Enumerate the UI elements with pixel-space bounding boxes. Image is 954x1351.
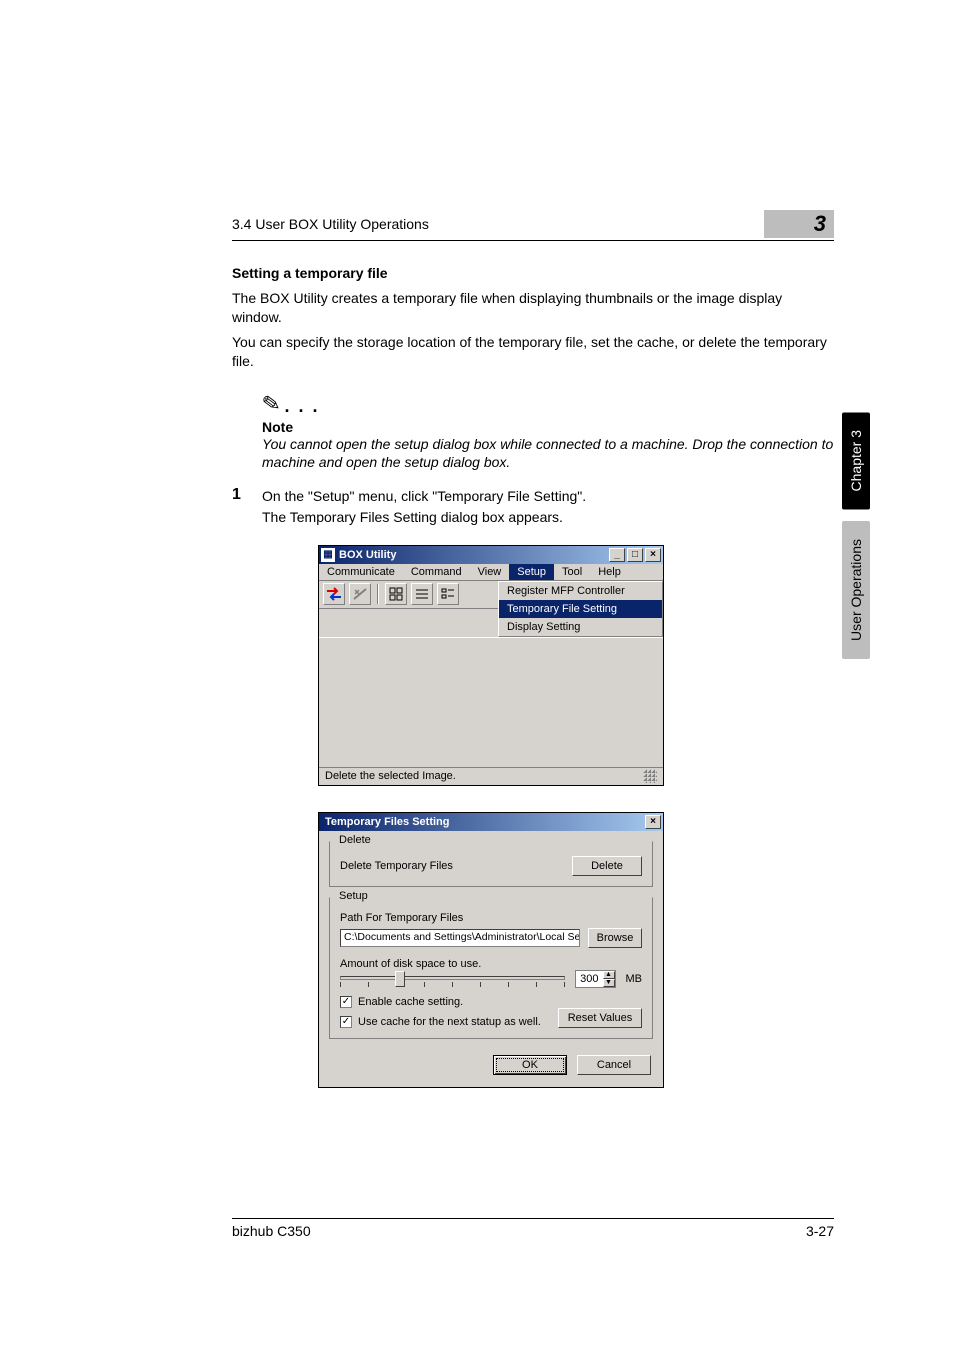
menu-item-register-mfp[interactable]: Register MFP Controller xyxy=(499,582,662,600)
step-number: 1 xyxy=(232,486,248,527)
cancel-button[interactable]: Cancel xyxy=(577,1055,651,1075)
spinner-unit: MB xyxy=(626,973,643,985)
delete-temp-files-label: Delete Temporary Files xyxy=(340,860,453,872)
browse-button[interactable]: Browse xyxy=(588,928,642,948)
menu-item-display-setting[interactable]: Display Setting xyxy=(499,618,662,636)
detail-view-icon[interactable] xyxy=(437,583,459,605)
spinner-up-icon[interactable]: ▲ xyxy=(603,971,615,979)
menu-tool[interactable]: Tool xyxy=(554,564,590,580)
disconnect-icon[interactable] xyxy=(349,583,371,605)
minimize-button[interactable]: _ xyxy=(609,548,625,562)
checkbox-icon: ✓ xyxy=(340,996,352,1008)
dialog-title: Temporary Files Setting xyxy=(321,816,645,828)
menu-item-temporary-file-setting[interactable]: Temporary File Setting xyxy=(499,600,662,618)
menu-view[interactable]: View xyxy=(470,564,510,580)
connect-icon[interactable] xyxy=(323,583,345,605)
window-title: BOX Utility xyxy=(339,549,609,561)
note-text: You cannot open the setup dialog box whi… xyxy=(262,435,834,473)
paragraph: The BOX Utility creates a temporary file… xyxy=(232,289,834,327)
box-utility-window: ▦ BOX Utility _ □ × Communicate Command … xyxy=(318,545,664,786)
header-breadcrumb: 3.4 User BOX Utility Operations xyxy=(232,216,429,232)
disk-space-spinner[interactable]: 300 ▲ ▼ xyxy=(575,970,615,988)
temporary-files-setting-dialog: Temporary Files Setting × Delete Tempora… xyxy=(318,812,664,1088)
statusbar: Delete the selected Image. xyxy=(319,767,663,785)
titlebar[interactable]: Temporary Files Setting × xyxy=(319,813,663,831)
spinner-value: 300 xyxy=(576,973,602,985)
section-title: Setting a temporary file xyxy=(232,265,834,281)
step-text: The Temporary Files Setting dialog box a… xyxy=(262,507,586,527)
toolbar xyxy=(319,581,498,609)
status-text: Delete the selected Image. xyxy=(325,770,456,782)
pencil-icon: ✎ xyxy=(260,389,282,417)
delete-button[interactable]: Delete xyxy=(572,856,642,876)
checkbox-label: Use cache for the next statup as well. xyxy=(358,1016,541,1028)
close-button[interactable]: × xyxy=(645,548,661,562)
ok-button[interactable]: OK xyxy=(493,1055,567,1075)
chapter-badge: 3 xyxy=(764,210,834,238)
setup-dropdown: Register MFP Controller Temporary File S… xyxy=(498,581,663,637)
enable-cache-checkbox[interactable]: ✓ Enable cache setting. xyxy=(340,996,642,1008)
app-icon: ▦ xyxy=(321,548,335,562)
path-label: Path For Temporary Files xyxy=(340,912,642,924)
slider-thumb[interactable] xyxy=(395,971,405,987)
ellipsis-icon: . . . xyxy=(284,396,319,417)
setup-group: Path For Temporary Files C:\Documents an… xyxy=(329,897,653,1039)
side-tab-chapter: Chapter 3 xyxy=(842,412,870,509)
workarea xyxy=(319,637,663,767)
spinner-down-icon[interactable]: ▼ xyxy=(603,979,615,987)
footer-page-number: 3-27 xyxy=(806,1223,834,1239)
menu-communicate[interactable]: Communicate xyxy=(319,564,403,580)
menu-help[interactable]: Help xyxy=(590,564,629,580)
resize-grip-icon[interactable] xyxy=(643,769,657,783)
list-view-icon[interactable] xyxy=(411,583,433,605)
disk-space-slider[interactable] xyxy=(340,976,565,980)
note-label: Note xyxy=(262,419,834,435)
menu-setup[interactable]: Setup xyxy=(509,564,554,580)
side-tab-section: User Operations xyxy=(842,521,870,659)
close-button[interactable]: × xyxy=(645,815,661,829)
delete-group: Delete Temporary Files Delete xyxy=(329,841,653,887)
path-input[interactable]: C:\Documents and Settings\Administrator\… xyxy=(340,929,580,947)
checkbox-label: Enable cache setting. xyxy=(358,996,463,1008)
paragraph: You can specify the storage location of … xyxy=(232,333,834,371)
reset-values-button[interactable]: Reset Values xyxy=(558,1008,642,1028)
menubar: Communicate Command View Setup Tool Help xyxy=(319,564,663,581)
maximize-button[interactable]: □ xyxy=(627,548,643,562)
thumbnail-view-icon[interactable] xyxy=(385,583,407,605)
titlebar[interactable]: ▦ BOX Utility _ □ × xyxy=(319,546,663,564)
use-cache-next-startup-checkbox[interactable]: ✓ Use cache for the next statup as well. xyxy=(340,1016,541,1028)
menu-command[interactable]: Command xyxy=(403,564,470,580)
step-text: On the "Setup" menu, click "Temporary Fi… xyxy=(262,486,586,506)
checkbox-icon: ✓ xyxy=(340,1016,352,1028)
disk-space-label: Amount of disk space to use. xyxy=(340,958,642,970)
footer-product: bizhub C350 xyxy=(232,1223,311,1239)
